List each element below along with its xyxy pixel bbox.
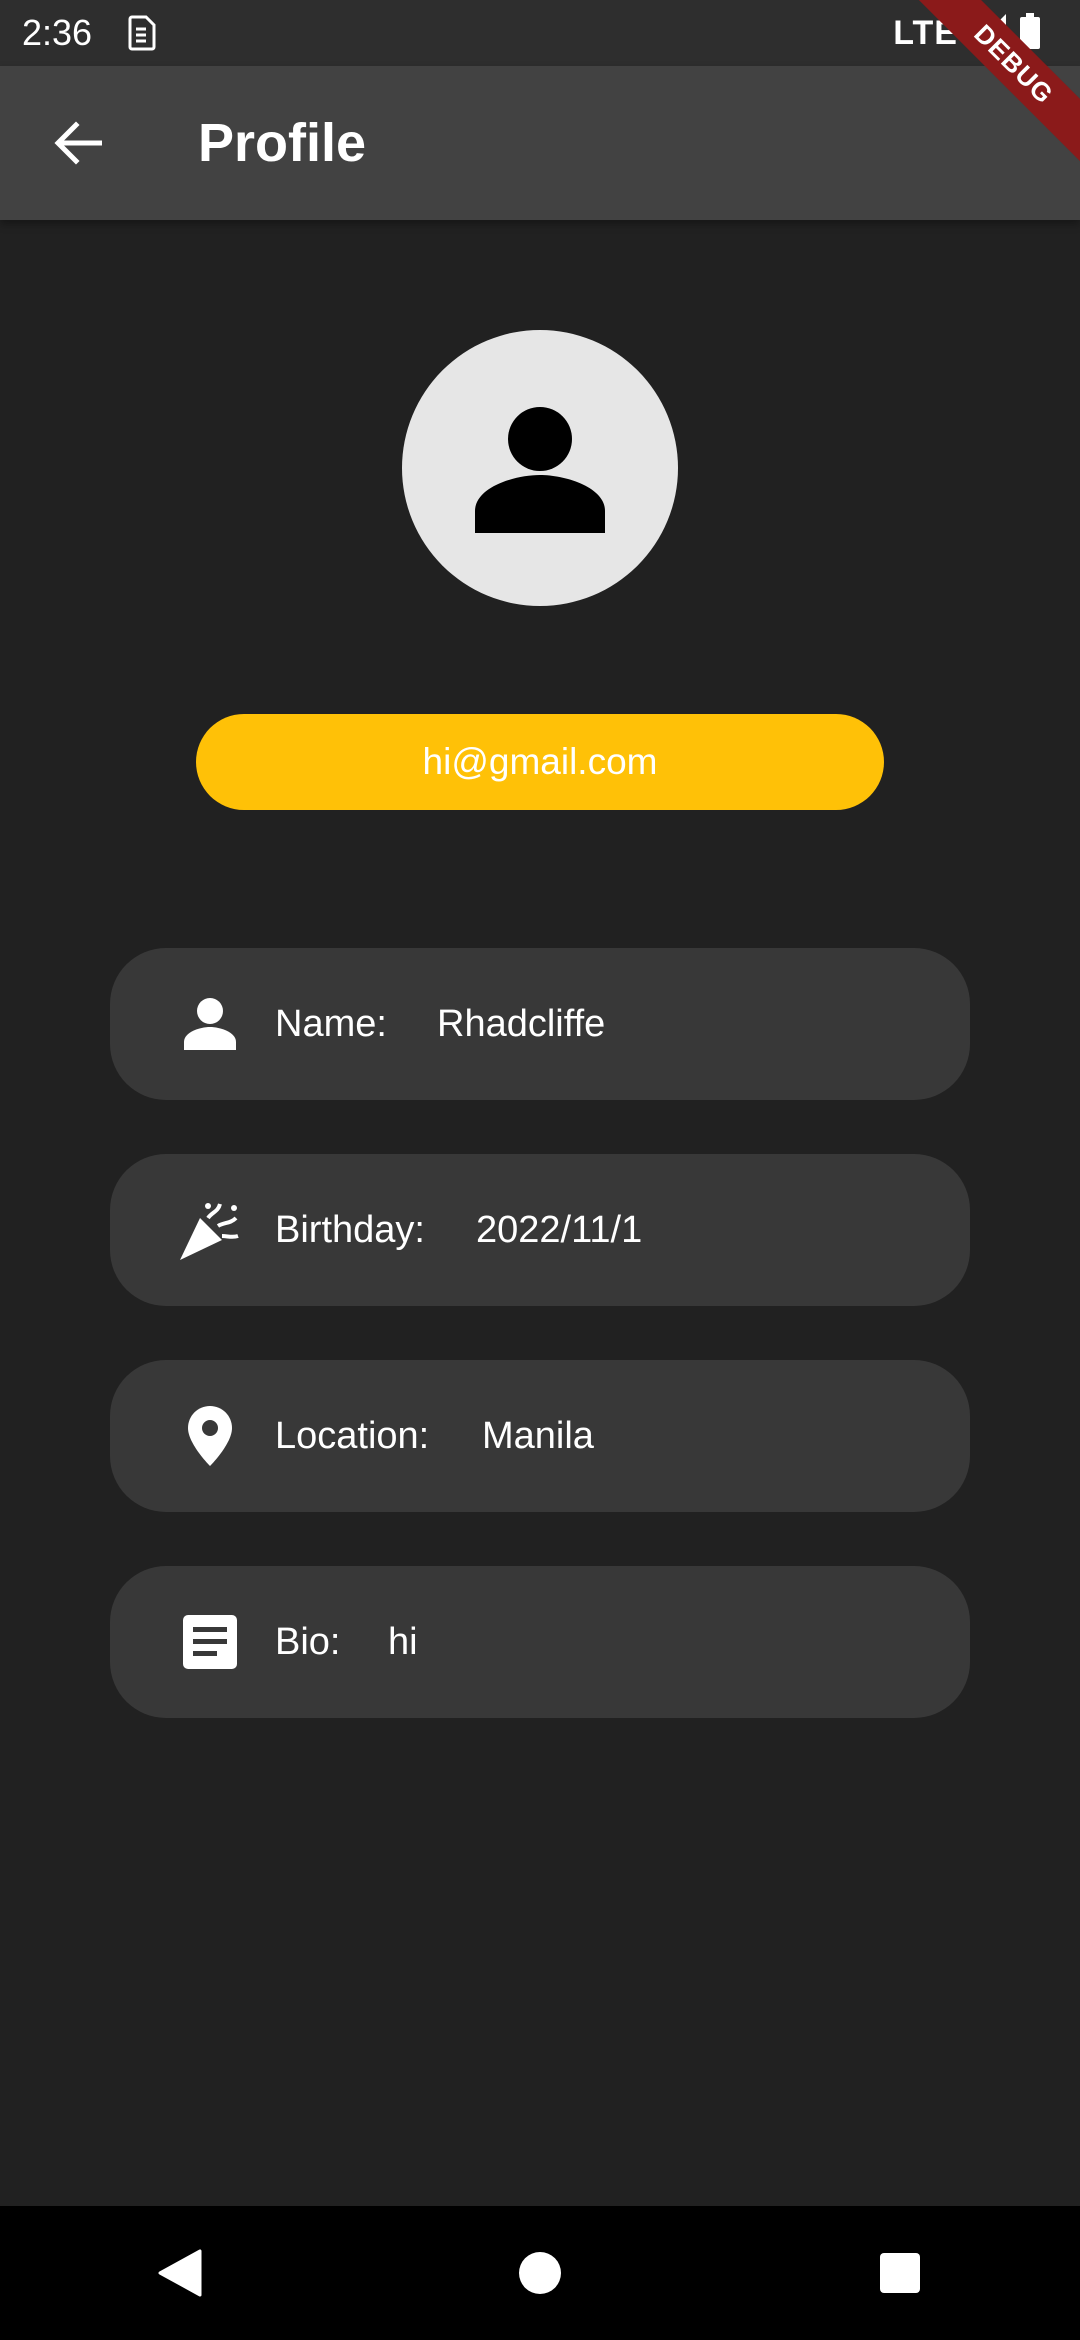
sim-card-icon — [126, 13, 160, 53]
name-label: Name: — [275, 1002, 387, 1045]
bio-value: hi — [388, 1620, 418, 1663]
triangle-back-icon — [158, 2249, 202, 2297]
system-nav-bar — [0, 2206, 1080, 2340]
status-bar: 2:36 LTE — [0, 0, 1080, 66]
app-bar: Profile — [0, 66, 1080, 220]
info-card-name: Name: Rhadcliffe — [110, 948, 970, 1100]
avatar[interactable] — [402, 330, 678, 606]
location-pin-icon — [170, 1396, 250, 1476]
name-value: Rhadcliffe — [437, 1002, 606, 1045]
nav-back-button[interactable] — [130, 2223, 230, 2323]
page-title: Profile — [198, 113, 367, 173]
party-popper-icon — [170, 1190, 250, 1270]
nav-recents-button[interactable] — [850, 2223, 950, 2323]
back-button[interactable] — [50, 115, 106, 171]
person-icon — [475, 407, 605, 533]
location-value: Manila — [482, 1414, 594, 1457]
status-time: 2:36 — [22, 12, 93, 53]
article-icon — [170, 1602, 250, 1682]
person-icon — [170, 984, 250, 1064]
bio-label: Bio: — [275, 1620, 341, 1663]
email-badge: hi@gmail.com — [196, 714, 884, 810]
info-card-bio: Bio: hi — [110, 1566, 970, 1718]
location-label: Location: — [275, 1414, 430, 1457]
profile-screen: 2:36 LTE Profile DEBUG hi@gmail.com Name… — [0, 0, 1080, 2340]
square-recents-icon — [880, 2253, 920, 2293]
info-card-birthday: Birthday: 2022/11/1 — [110, 1154, 970, 1306]
arrow-back-icon — [54, 121, 102, 165]
info-card-location: Location: Manila — [110, 1360, 970, 1512]
birthday-value: 2022/11/1 — [476, 1208, 643, 1251]
birthday-label: Birthday: — [275, 1208, 425, 1251]
circle-home-icon — [519, 2252, 561, 2294]
nav-home-button[interactable] — [490, 2223, 590, 2323]
